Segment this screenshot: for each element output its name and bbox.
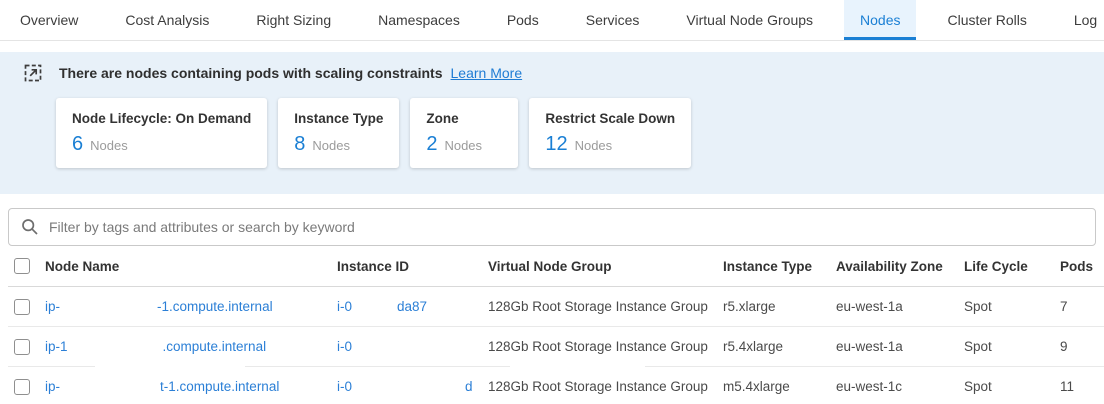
- node-name-link[interactable]: ip-t-1.compute.internal: [45, 379, 337, 394]
- card-title: Instance Type: [294, 111, 383, 126]
- instance-type-cell: r5.xlarge: [723, 299, 836, 314]
- virtual-node-group-cell: 128Gb Root Storage Instance Group: [488, 379, 723, 394]
- column-header-instance-id[interactable]: Instance ID: [337, 259, 488, 274]
- pods-cell: 9: [1060, 339, 1104, 354]
- card-unit: Nodes: [90, 138, 128, 153]
- card-restrict-scale-down[interactable]: Restrict Scale Down 12 Nodes: [529, 98, 691, 168]
- instance-id-link[interactable]: i-0d: [337, 379, 488, 394]
- redaction-overlay: [95, 361, 245, 373]
- table-body: ip--1.compute.internal i-0da87 128Gb Roo…: [8, 287, 1104, 404]
- pods-cell: 7: [1060, 299, 1104, 314]
- banner-header: There are nodes containing pods with sca…: [0, 64, 1104, 82]
- instance-type-cell: r5.4xlarge: [723, 339, 836, 354]
- card-instance-type[interactable]: Instance Type 8 Nodes: [278, 98, 399, 168]
- redacted-text: [60, 390, 160, 391]
- select-all-checkbox[interactable]: [14, 258, 30, 274]
- life-cycle-cell: Spot: [964, 339, 1060, 354]
- column-header-pods[interactable]: Pods: [1060, 259, 1104, 274]
- availability-zone-cell: eu-west-1c: [836, 379, 964, 394]
- redacted-text: [352, 390, 465, 391]
- redacted-text: [60, 310, 157, 311]
- redaction-overlay: [510, 361, 645, 373]
- column-header-life-cycle[interactable]: Life Cycle: [964, 259, 1060, 274]
- tab-virtual-node-groups[interactable]: Virtual Node Groups: [670, 0, 829, 40]
- tab-namespaces[interactable]: Namespaces: [362, 0, 476, 40]
- virtual-node-group-cell: 128Gb Root Storage Instance Group: [488, 299, 723, 314]
- tab-pods[interactable]: Pods: [491, 0, 555, 40]
- tab-cluster-rolls[interactable]: Cluster Rolls: [931, 0, 1042, 40]
- tab-cost-analysis[interactable]: Cost Analysis: [109, 0, 225, 40]
- tab-services[interactable]: Services: [570, 0, 656, 40]
- card-title: Zone: [426, 111, 502, 126]
- card-node-lifecycle[interactable]: Node Lifecycle: On Demand 6 Nodes: [56, 98, 267, 168]
- tab-right-sizing[interactable]: Right Sizing: [240, 0, 347, 40]
- card-unit: Nodes: [312, 138, 350, 153]
- banner-message: There are nodes containing pods with sca…: [59, 65, 443, 81]
- life-cycle-cell: Spot: [964, 299, 1060, 314]
- search-icon: [21, 218, 39, 236]
- table-header-row: Node Name Instance ID Virtual Node Group…: [8, 246, 1104, 287]
- availability-zone-cell: eu-west-1a: [836, 339, 964, 354]
- column-header-instance-type[interactable]: Instance Type: [723, 259, 836, 274]
- column-header-virtual-node-group[interactable]: Virtual Node Group: [488, 259, 723, 274]
- redacted-text: [68, 350, 163, 351]
- card-count: 8: [294, 133, 305, 156]
- card-count: 6: [72, 133, 83, 156]
- scaling-constraints-banner: There are nodes containing pods with sca…: [0, 52, 1104, 194]
- row-checkbox[interactable]: [14, 339, 30, 355]
- cluster-tab-bar: Overview Cost Analysis Right Sizing Name…: [0, 0, 1104, 41]
- column-header-node-name[interactable]: Node Name: [45, 259, 337, 274]
- card-count: 12: [545, 133, 567, 156]
- card-unit: Nodes: [575, 138, 613, 153]
- instance-id-link[interactable]: i-0da87: [337, 299, 488, 314]
- row-checkbox[interactable]: [14, 379, 30, 395]
- table-row: ip--1.compute.internal i-0da87 128Gb Roo…: [8, 287, 1104, 327]
- node-name-link[interactable]: ip-1.compute.internal: [45, 339, 337, 354]
- scale-constraint-icon: [24, 64, 42, 82]
- card-title: Node Lifecycle: On Demand: [72, 111, 251, 126]
- virtual-node-group-cell: 128Gb Root Storage Instance Group: [488, 339, 723, 354]
- card-zone[interactable]: Zone 2 Nodes: [410, 98, 518, 168]
- card-count: 2: [426, 133, 437, 156]
- tab-overview[interactable]: Overview: [4, 0, 94, 40]
- column-header-availability-zone[interactable]: Availability Zone: [836, 259, 964, 274]
- nodes-table: Node Name Instance ID Virtual Node Group…: [8, 246, 1104, 404]
- filter-input[interactable]: [49, 219, 1083, 235]
- tab-log[interactable]: Log: [1058, 0, 1104, 40]
- card-title: Restrict Scale Down: [545, 111, 675, 126]
- availability-zone-cell: eu-west-1a: [836, 299, 964, 314]
- instance-id-link[interactable]: i-0: [337, 339, 488, 354]
- card-unit: Nodes: [444, 138, 482, 153]
- node-name-link[interactable]: ip--1.compute.internal: [45, 299, 337, 314]
- redacted-text: [352, 310, 397, 311]
- constraint-cards: Node Lifecycle: On Demand 6 Nodes Instan…: [56, 98, 1104, 168]
- learn-more-link[interactable]: Learn More: [451, 65, 523, 81]
- row-checkbox[interactable]: [14, 299, 30, 315]
- instance-type-cell: m5.4xlarge: [723, 379, 836, 394]
- pods-cell: 11: [1060, 379, 1104, 394]
- life-cycle-cell: Spot: [964, 379, 1060, 394]
- tab-nodes[interactable]: Nodes: [844, 0, 916, 40]
- filter-bar: [8, 208, 1096, 246]
